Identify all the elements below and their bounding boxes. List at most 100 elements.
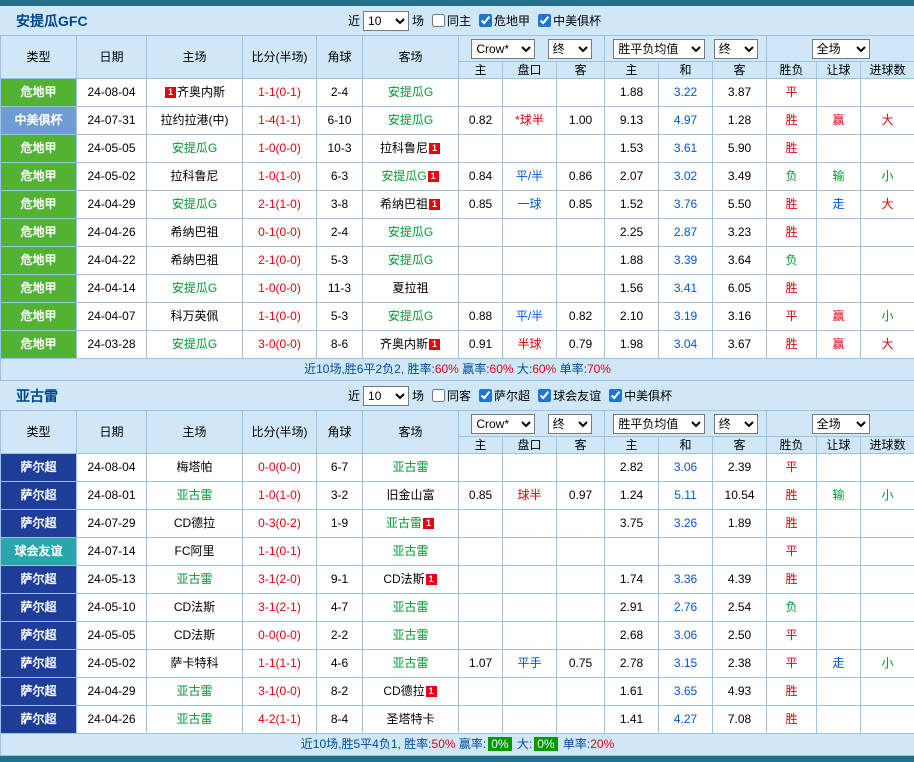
column-header-avg_home: 主 [605,62,659,79]
score-cell: 3-1(0-0) [243,678,317,706]
goals-cell: 小 [861,482,914,510]
league-filter-checkbox[interactable] [432,389,445,402]
home-team-name[interactable]: 亚古雷 [176,572,212,586]
date-cell: 24-04-22 [77,247,147,275]
away-team-cell: 圣塔特卡 [363,706,459,734]
home-team-name[interactable]: 安提瓜G [172,337,217,351]
match-row: 危地甲24-04-22希纳巴祖2-1(0-0)5-3安提瓜G1.883.393.… [1,247,914,275]
away-team-cell: 安提瓜G [363,303,459,331]
league-filter-checkbox[interactable] [479,389,492,402]
away-team-cell: 亚古雷 [363,650,459,678]
column-header-goals: 进球数 [861,62,914,79]
away-team-name[interactable]: 安提瓜G [388,85,433,99]
league-filter[interactable]: 球会友谊 [533,387,601,404]
date-cell: 24-05-05 [77,622,147,650]
home-team-name[interactable]: CD法斯 [174,628,215,642]
away-team-name[interactable]: 齐奥内斯 [380,337,428,351]
home-team-name[interactable]: 亚古雷 [176,712,212,726]
away-team-name[interactable]: CD法斯 [383,572,424,586]
recent-count-select[interactable]: 10 [363,386,409,406]
away-team-name[interactable]: 夏拉祖 [392,281,428,295]
home-team-name[interactable]: 亚古雷 [176,488,212,502]
corner-cell: 8-2 [317,678,363,706]
home-team-name[interactable]: 亚古雷 [176,684,212,698]
league-filter[interactable]: 中美俱杯 [533,12,601,29]
away-team-name[interactable]: 希纳巴祖 [380,197,428,211]
league-filter-checkbox[interactable] [479,14,492,27]
league-filter[interactable]: 萨尔超 [474,387,530,404]
away-team-name[interactable]: 亚古雷 [392,628,428,642]
away-team-name[interactable]: 安提瓜G [388,253,433,267]
league-filter[interactable]: 危地甲 [474,12,530,29]
home-team-name[interactable]: CD德拉 [174,516,215,530]
corner-cell: 3-8 [317,191,363,219]
odds_final-select[interactable]: 终 [548,414,592,434]
avg-select[interactable]: 胜平负均值 [613,414,705,434]
away-team-name[interactable]: 安提瓜G [381,169,426,183]
home-team-name[interactable]: 安提瓜G [172,197,217,211]
result-cell: 负 [767,247,817,275]
home-team-name[interactable]: 希纳巴祖 [170,225,218,239]
recent-count-select[interactable]: 10 [363,11,409,31]
home-team-name[interactable]: 梅塔帕 [176,460,212,474]
avg_final-select[interactable]: 终 [714,39,758,59]
league-cell: 危地甲 [1,191,77,219]
home-team-name[interactable]: CD法斯 [174,600,215,614]
handicap-line-cell: 球半 [503,482,557,510]
stat-segment: 70% [587,362,611,376]
away-team-name[interactable]: 安提瓜G [388,225,433,239]
avg-home-cell: 3.75 [605,510,659,538]
league-filter-checkbox[interactable] [609,389,622,402]
league-filter-checkbox[interactable] [538,389,551,402]
away-team-name[interactable]: 亚古雷 [392,600,428,614]
home-team-name[interactable]: 拉科鲁尼 [170,169,218,183]
handicap-line-cell: 一球 [503,191,557,219]
league-filter-checkbox[interactable] [538,14,551,27]
league-filter[interactable]: 同主 [427,12,471,29]
away-team-name[interactable]: 亚古雷 [386,516,422,530]
red-card-icon: 1 [428,171,439,182]
away-team-name[interactable]: 圣塔特卡 [386,712,434,726]
avg-home-cell: 2.68 [605,622,659,650]
avg-home-cell: 1.52 [605,191,659,219]
handicap-result-cell: 走 [817,191,861,219]
home-team-name[interactable]: FC阿里 [175,544,215,558]
home-team-name[interactable]: 安提瓜G [172,281,217,295]
handicap-result-cell [817,275,861,303]
date-cell: 24-08-04 [77,454,147,482]
home-team-name[interactable]: 齐奥内斯 [177,85,225,99]
away-team-name[interactable]: 亚古雷 [392,460,428,474]
away-team-name[interactable]: 安提瓜G [388,309,433,323]
away-team-name[interactable]: CD德拉 [383,684,424,698]
away-team-name[interactable]: 旧金山富 [386,488,434,502]
league-filter[interactable]: 中美俱杯 [604,387,672,404]
odds_final-select[interactable]: 终 [548,39,592,59]
avg-draw-cell: 3.15 [659,650,713,678]
home-team-name[interactable]: 希纳巴祖 [170,253,218,267]
bookmaker-select[interactable]: Crow* [471,414,535,434]
home-team-name[interactable]: 安提瓜G [172,141,217,155]
away-team-name[interactable]: 拉科鲁尼 [380,141,428,155]
league-filter[interactable]: 同客 [427,387,471,404]
date-cell: 24-03-28 [77,331,147,359]
league-filter-checkbox[interactable] [432,14,445,27]
odds-home-cell [459,510,503,538]
goals-cell [861,510,914,538]
avg-select[interactable]: 胜平负均值 [613,39,705,59]
league-filter-label: 萨尔超 [494,387,530,404]
away-team-name[interactable]: 亚古雷 [392,544,428,558]
avg_final-select[interactable]: 终 [714,414,758,434]
bookmaker-select[interactable]: Crow* [471,39,535,59]
scope-select[interactable]: 全场 [812,414,870,434]
red-card-icon: 1 [423,518,434,529]
handicap-result-cell [817,538,861,566]
home-team-name[interactable]: 科万英佩 [170,309,218,323]
avg-draw-cell: 4.97 [659,107,713,135]
home-team-name[interactable]: 萨卡特科 [170,656,218,670]
home-team-name[interactable]: 拉约拉港(中) [161,113,229,127]
scope-select[interactable]: 全场 [812,39,870,59]
away-team-name[interactable]: 亚古雷 [392,656,428,670]
away-team-name[interactable]: 安提瓜G [388,113,433,127]
select-group: Crow* 终 [459,414,604,434]
home-team-cell: 拉约拉港(中) [147,107,243,135]
